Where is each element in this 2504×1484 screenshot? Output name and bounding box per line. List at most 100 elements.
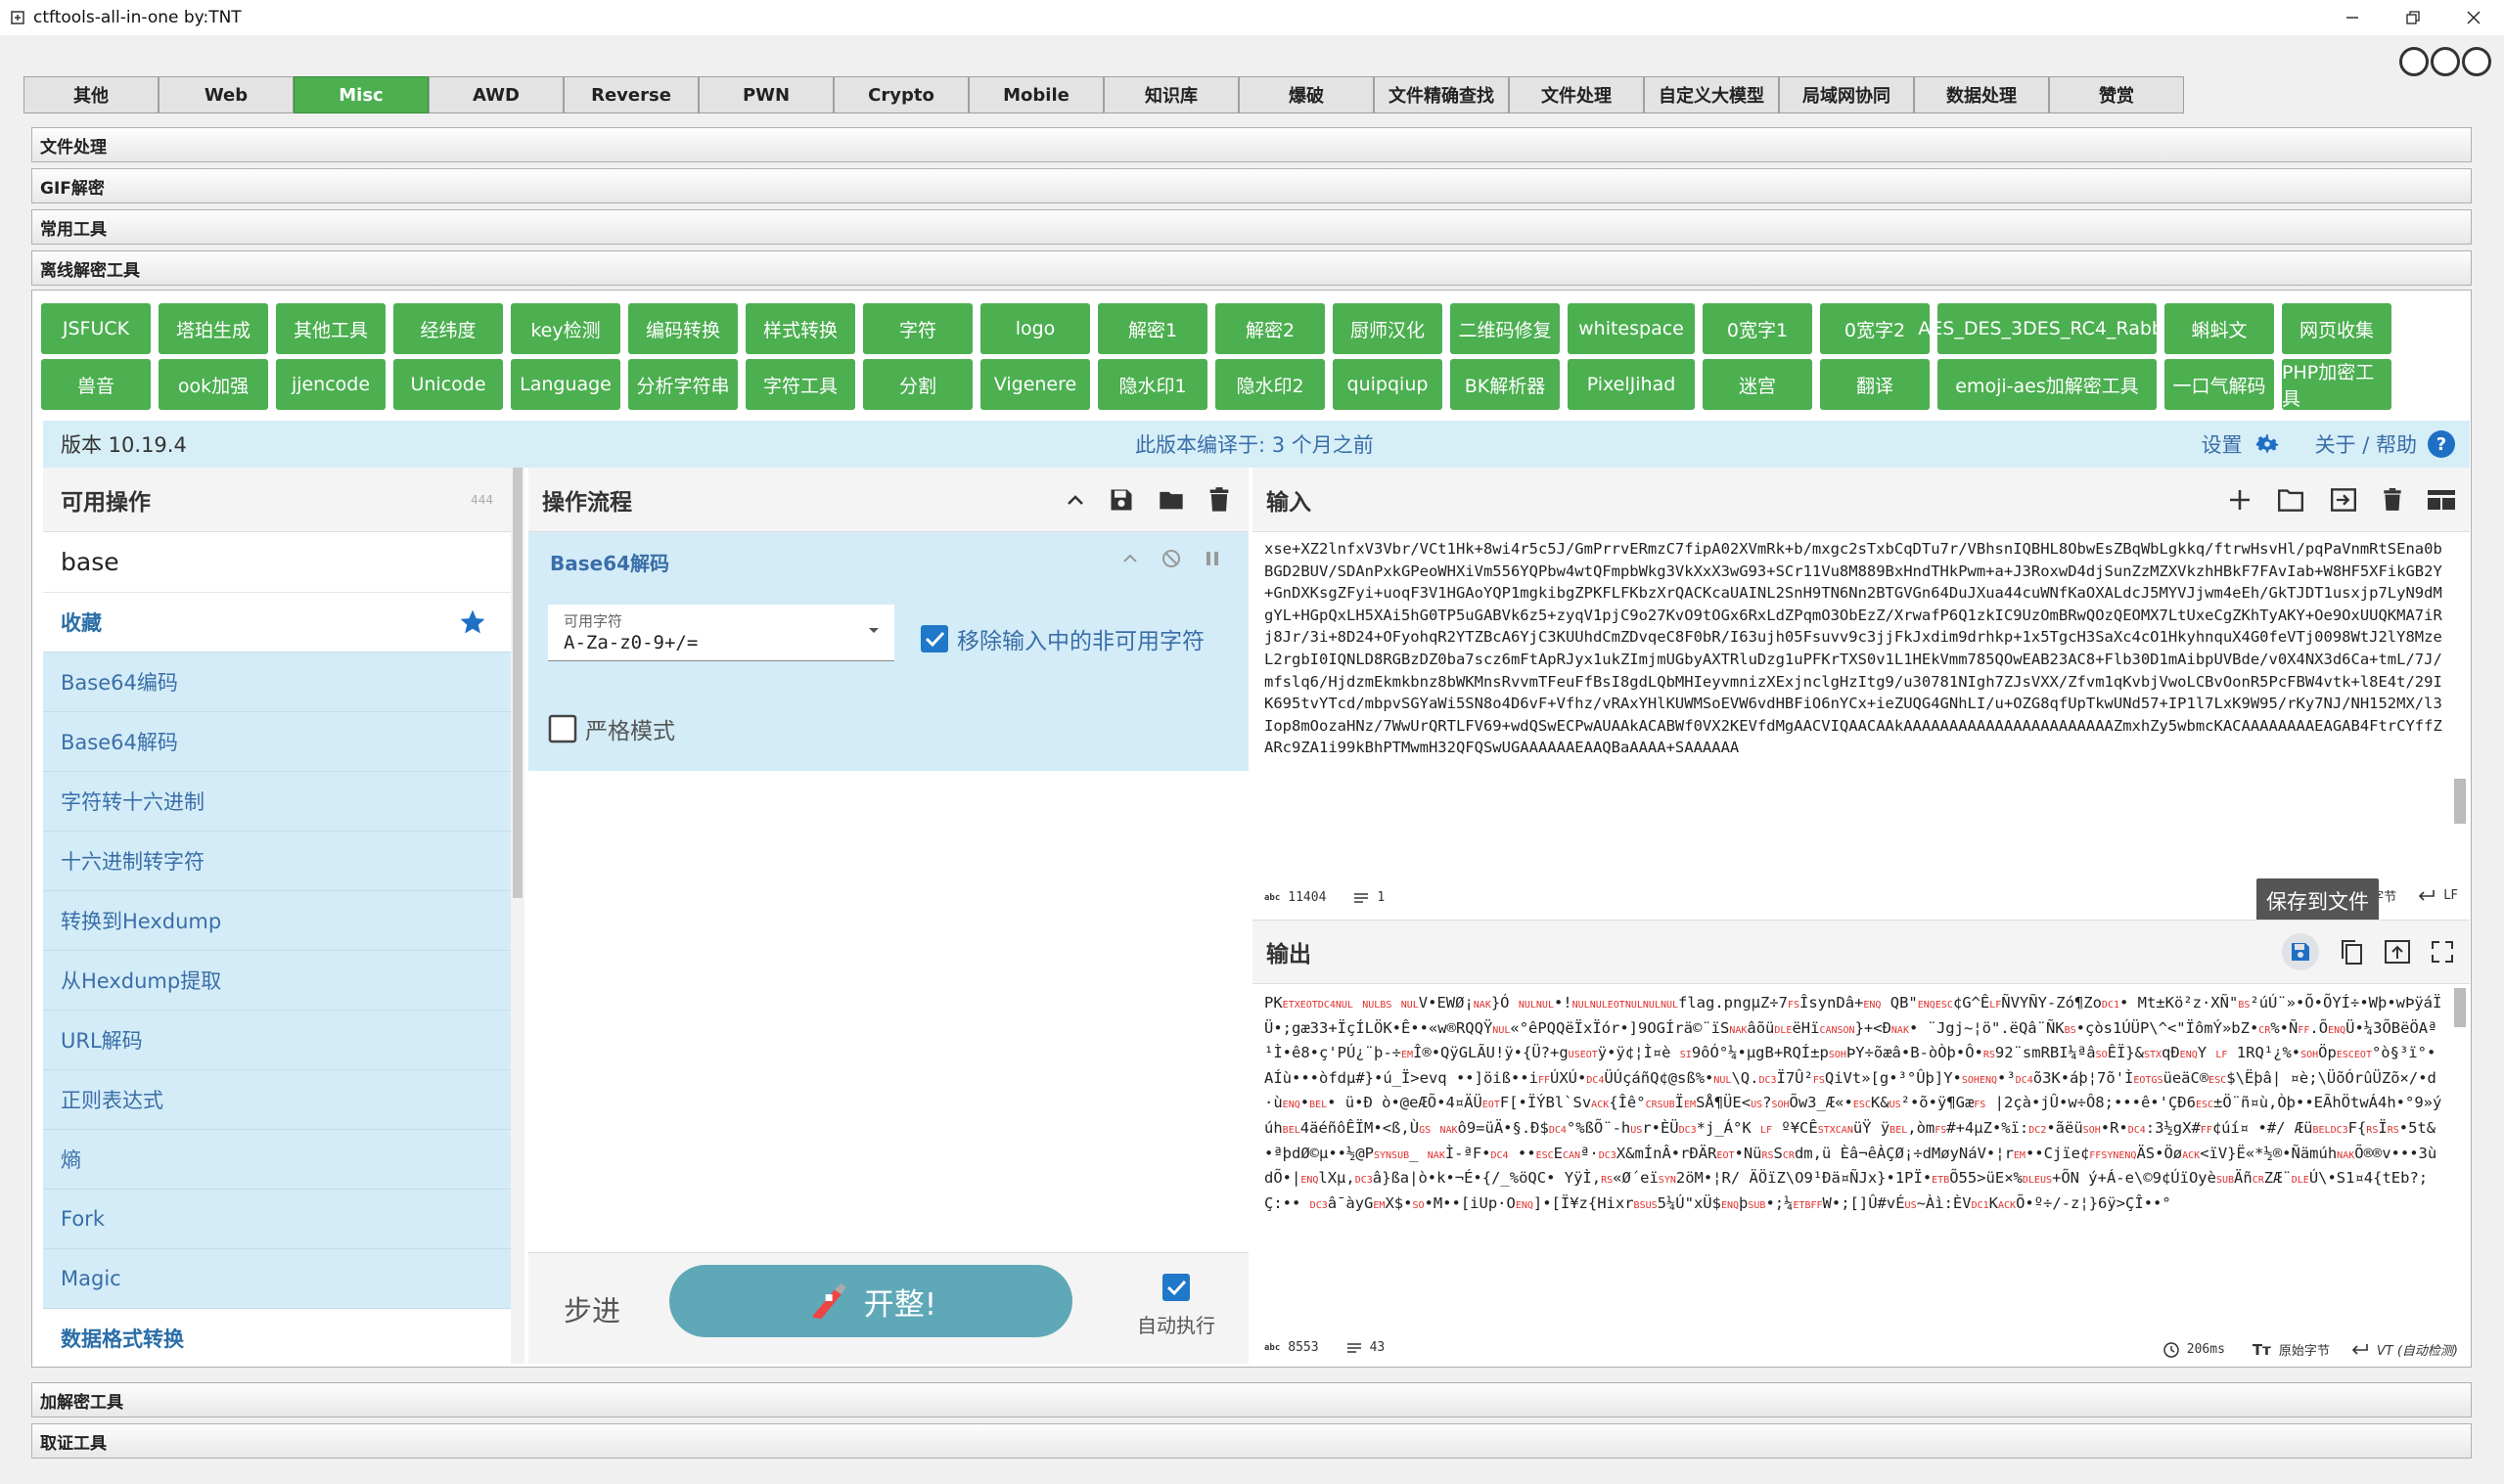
gear-icon[interactable]	[2253, 429, 2282, 459]
layout-icon[interactable]	[2427, 487, 2456, 513]
checkbox-empty-icon[interactable]	[548, 714, 577, 743]
section-crypto-tools[interactable]: 加解密工具	[31, 1382, 2472, 1417]
tool-buttons_row2-btn-13[interactable]: PixelJihad	[1568, 359, 1695, 410]
minimize-icon[interactable]	[2322, 0, 2383, 35]
tab-10[interactable]: 文件精确查找	[1374, 76, 1509, 113]
tool-buttons_row1-btn-5[interactable]: 编码转换	[628, 303, 738, 354]
tool-buttons_row1-btn-16[interactable]: AES_DES_3DES_RC4_Rabbit	[1918, 303, 2176, 354]
tool-buttons_row2-btn-12[interactable]: BK解析器	[1450, 359, 1560, 410]
tool-buttons_row1-btn-2[interactable]: 其他工具	[276, 303, 386, 354]
op-item-1[interactable]: Base64解码	[43, 712, 511, 772]
op-item-7[interactable]: 正则表达式	[43, 1070, 511, 1130]
op-item-6[interactable]: URL解码	[43, 1011, 511, 1070]
tool-buttons_row2-btn-7[interactable]: 分割	[863, 359, 973, 410]
folder-icon[interactable]	[1157, 486, 1186, 514]
tab-5[interactable]: PWN	[699, 76, 834, 113]
op-item-3[interactable]: 十六进制转字符	[43, 832, 511, 891]
tab-0[interactable]: 其他	[23, 76, 159, 113]
op-item-8[interactable]: 熵	[43, 1130, 511, 1190]
tab-11[interactable]: 文件处理	[1509, 76, 1644, 113]
tool-buttons_row1-btn-1[interactable]: 塔珀生成	[159, 303, 268, 354]
replace-input-icon[interactable]	[2384, 939, 2411, 965]
tool-buttons_row2-btn-0[interactable]: 兽音	[41, 359, 151, 410]
tool-buttons_row1-btn-0[interactable]: JSFUCK	[41, 303, 151, 354]
tool-buttons_row1-btn-8[interactable]: logo	[980, 303, 1090, 354]
tab-4[interactable]: Reverse	[564, 76, 699, 113]
tab-8[interactable]: 知识库	[1104, 76, 1239, 113]
tool-buttons_row2-btn-3[interactable]: Unicode	[393, 359, 503, 410]
op-item-2[interactable]: 字符转十六进制	[43, 772, 511, 832]
tab-1[interactable]: Web	[159, 76, 294, 113]
import-file-icon[interactable]	[2329, 487, 2358, 513]
tool-buttons_row1-btn-7[interactable]: 字符	[863, 303, 973, 354]
tool-buttons_row2-btn-14[interactable]: 迷宫	[1703, 359, 1812, 410]
tab-13[interactable]: 局域网协同	[1779, 76, 1914, 113]
section-offline-decrypt[interactable]: 离线解密工具	[31, 250, 2472, 286]
help-icon[interactable]: ?	[2427, 429, 2456, 459]
tab-7[interactable]: Mobile	[969, 76, 1104, 113]
output-eol[interactable]: VT (自动检测)	[2377, 1340, 2458, 1359]
tool-buttons_row1-btn-11[interactable]: 厨师汉化	[1333, 303, 1442, 354]
tab-3[interactable]: AWD	[429, 76, 564, 113]
output-encoding[interactable]: 原始字节	[2279, 1340, 2330, 1359]
about-link[interactable]: 关于 / 帮助	[2315, 429, 2417, 459]
tool-buttons_row1-btn-13[interactable]: whitespace	[1568, 303, 1695, 354]
restore-icon[interactable]	[2383, 0, 2443, 35]
tab-15[interactable]: 赞赏	[2049, 76, 2184, 113]
tool-buttons_row1-btn-15[interactable]: 0宽字2	[1820, 303, 1930, 354]
tool-buttons_row2-btn-1[interactable]: ook加强	[159, 359, 268, 410]
pause-icon[interactable]	[1204, 548, 1221, 569]
circle-icon[interactable]	[2462, 47, 2491, 76]
open-folder-icon[interactable]	[2276, 487, 2305, 513]
maximise-icon[interactable]	[2431, 940, 2454, 964]
disable-icon[interactable]	[1161, 548, 1182, 569]
tool-buttons_row2-btn-6[interactable]: 字符工具	[746, 359, 855, 410]
close-icon[interactable]	[2443, 0, 2504, 35]
trash-icon[interactable]	[1207, 486, 1231, 514]
alphabet-select[interactable]: 可用字符 A-Za-z0-9+/=	[548, 605, 894, 661]
tool-buttons_row1-btn-10[interactable]: 解密2	[1215, 303, 1325, 354]
tool-buttons_row1-btn-18[interactable]: 网页收集	[2282, 303, 2391, 354]
section-gif-decrypt[interactable]: GIF解密	[31, 168, 2472, 203]
tool-buttons_row2-btn-8[interactable]: Vigenere	[980, 359, 1090, 410]
tool-buttons_row2-btn-15[interactable]: 翻译	[1820, 359, 1930, 410]
op-item-5[interactable]: 从Hexdump提取	[43, 951, 511, 1011]
tool-buttons_row1-btn-6[interactable]: 样式转换	[746, 303, 855, 354]
tool-buttons_row1-btn-12[interactable]: 二维码修复	[1450, 303, 1560, 354]
bake-button[interactable]: 开整!	[669, 1265, 1072, 1337]
remove-nonalpha-checkbox[interactable]: 移除输入中的非可用字符	[920, 622, 1205, 655]
operations-search-input[interactable]: base	[43, 532, 511, 593]
tool-buttons_row1-btn-9[interactable]: 解密1	[1098, 303, 1207, 354]
checkbox-checked-icon[interactable]	[920, 624, 949, 653]
input-textarea[interactable]: xse+XZ2lnfxV3Vbr/VCt1Hk+8wi4r5c5J/GmPrrv…	[1264, 538, 2444, 871]
tab-6[interactable]: Crypto	[834, 76, 969, 113]
tool-buttons_row2-btn-16[interactable]: emoji-aes加解密工具	[1937, 359, 2157, 410]
tool-buttons_row2-btn-17[interactable]: 一口气解码	[2164, 359, 2274, 410]
section-common-tools[interactable]: 常用工具	[31, 209, 2472, 245]
strict-mode-checkbox[interactable]: 严格模式	[548, 712, 675, 745]
step-button[interactable]: 步进	[564, 1288, 620, 1329]
settings-link[interactable]: 设置	[2202, 429, 2243, 459]
copy-icon[interactable]	[2339, 938, 2364, 966]
tool-buttons_row2-btn-5[interactable]: 分析字符串	[628, 359, 738, 410]
op-item-0[interactable]: Base64编码	[43, 652, 511, 712]
category-data-format[interactable]: 数据格式转换	[43, 1309, 511, 1364]
circle-icon[interactable]	[2399, 47, 2429, 76]
checkbox-checked-icon[interactable]	[1161, 1273, 1191, 1302]
trash-icon[interactable]	[2382, 487, 2403, 513]
add-tab-icon[interactable]	[2227, 487, 2253, 513]
auto-bake-checkbox[interactable]: 自动执行	[1137, 1273, 1215, 1338]
tool-buttons_row1-btn-4[interactable]: key检测	[511, 303, 620, 354]
tool-buttons_row2-btn-11[interactable]: quipqiup	[1333, 359, 1442, 410]
tool-buttons_row1-btn-17[interactable]: 蝌蚪文	[2164, 303, 2274, 354]
chevron-up-icon[interactable]	[1121, 548, 1139, 569]
tool-buttons_row2-btn-2[interactable]: jjencode	[276, 359, 386, 410]
chevron-up-icon[interactable]	[1065, 486, 1086, 514]
op-item-9[interactable]: Fork	[43, 1190, 511, 1249]
tool-buttons_row2-btn-4[interactable]: Language	[511, 359, 620, 410]
tab-9[interactable]: 爆破	[1239, 76, 1374, 113]
op-item-4[interactable]: 转换到Hexdump	[43, 891, 511, 951]
operations-scrollbar[interactable]	[511, 468, 524, 1364]
tab-12[interactable]: 自定义大模型	[1644, 76, 1779, 113]
tool-buttons_row2-btn-9[interactable]: 隐水印1	[1098, 359, 1207, 410]
